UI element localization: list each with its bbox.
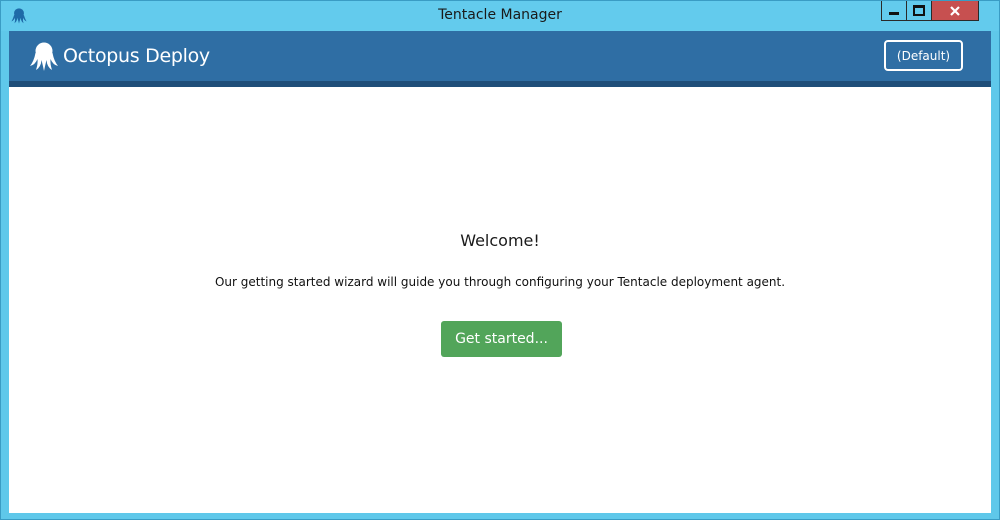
app-header: Octopus Deploy (Default)	[9, 31, 991, 81]
close-button[interactable]	[931, 1, 979, 21]
minimize-icon	[889, 12, 899, 15]
maximize-icon	[913, 5, 925, 16]
instance-selector-button[interactable]: (Default)	[884, 40, 963, 71]
tentacle-manager-window: Tentacle Manager Octopus Deploy (Default…	[0, 0, 1000, 520]
maximize-button[interactable]	[906, 1, 932, 21]
header-divider	[9, 81, 991, 87]
window-title: Tentacle Manager	[438, 7, 562, 23]
octopus-logo-icon	[30, 42, 58, 71]
minimize-button[interactable]	[881, 1, 907, 21]
close-icon	[950, 5, 960, 16]
title-bar[interactable]: Tentacle Manager	[1, 1, 999, 31]
client-area: Octopus Deploy (Default) Welcome! Our ge…	[9, 31, 991, 513]
welcome-description: Our getting started wizard will guide yo…	[214, 275, 786, 289]
window-controls	[881, 1, 979, 22]
get-started-button[interactable]: Get started...	[441, 321, 562, 357]
brand: Octopus Deploy	[27, 39, 210, 73]
welcome-heading: Welcome!	[460, 231, 540, 250]
brand-name: Octopus Deploy	[63, 45, 210, 67]
